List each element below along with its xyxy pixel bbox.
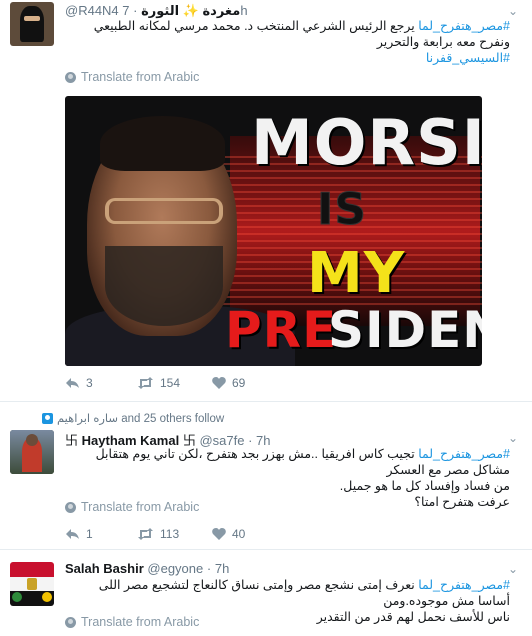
translate-label: Translate from Arabic — [81, 615, 200, 629]
poster-text-is: IS — [316, 184, 368, 236]
translate-link[interactable]: Translate from Arabic — [65, 70, 199, 84]
portrait-glasses — [105, 198, 223, 224]
text-segment: عرفت هتفرح امتا؟ — [414, 495, 510, 509]
tweet-text-line: من فساد وإفساد كل ما هو جميل. — [65, 478, 510, 494]
portrait-beard — [105, 246, 223, 326]
person-icon — [42, 412, 53, 424]
like-count: 69 — [232, 376, 246, 390]
retweet-icon — [138, 528, 153, 540]
poster-text-sident: SIDENT — [328, 301, 482, 359]
tweet[interactable]: @R44N4 مغردة ✨ الثورة · 7h ⌄ #مصر_هتفرح_… — [0, 0, 532, 402]
translate-link[interactable]: Translate from Arabic — [65, 615, 199, 629]
reply-icon — [66, 529, 79, 539]
poster-text-morsi: MORSI — [251, 106, 482, 179]
avatar[interactable] — [10, 2, 54, 46]
tweet-text-line: ونفرح معه برابعة والتحرير — [65, 34, 510, 50]
hashtag[interactable]: #مصر_هتفرح_لما — [418, 578, 510, 592]
tweet-time[interactable]: 7h — [215, 561, 229, 576]
text-segment: من فساد وإفساد كل ما هو جميل. — [339, 479, 510, 493]
text-segment: ونفرح معه برابعة والتحرير — [376, 35, 510, 49]
text-segment: يرجع الرئيس الشرعي المنتخب د. محمد مرسي … — [93, 19, 419, 33]
heart-icon — [212, 377, 226, 389]
like-count: 40 — [232, 527, 246, 541]
reply-count: 1 — [86, 527, 93, 541]
translate-link[interactable]: Translate from Arabic — [65, 500, 199, 514]
user-handle[interactable]: @R44N4 — [65, 3, 119, 18]
tweet-text: #مصر_هتفرح_لما يرجع الرئيس الشرعي المنتخ… — [65, 18, 510, 66]
avatar[interactable] — [10, 562, 54, 606]
text-segment: ناس للأسف نحمل لهم قدر من التقدير — [316, 610, 510, 624]
globe-icon — [65, 501, 76, 513]
tweet-header: @R44N4 مغردة ✨ الثورة · 7h — [65, 3, 496, 19]
badge-icon — [42, 592, 52, 602]
avatar-eyes — [24, 16, 40, 21]
globe-icon — [65, 71, 76, 83]
follow-context-label: ساره ابراهيم and 25 others follow — [57, 413, 225, 425]
avatar-figure — [20, 6, 44, 42]
tweet-media-image[interactable]: MORSI IS MY PRE SIDENT — [65, 96, 482, 366]
like-button[interactable]: 40 — [212, 527, 245, 541]
poster-text-pre: PRE — [225, 301, 338, 359]
chevron-down-icon[interactable]: ⌄ — [508, 562, 518, 576]
avatar[interactable] — [10, 430, 54, 474]
poster-text-my: MY — [307, 241, 406, 306]
tweet-text-line: #مصر_هتفرح_لما نعرف إمتى نشجع مصر وإمتى … — [65, 577, 510, 609]
heart-icon — [212, 528, 226, 540]
flag-red-band — [10, 562, 54, 577]
separator-dot: · — [206, 561, 212, 576]
tweet[interactable]: Salah Bashir @egyone · 7h ⌄ #مصر_هتفرح_ل… — [0, 551, 532, 636]
tweet-text-line: #مصر_هتفرح_لما يرجع الرئيس الشرعي المنتخ… — [65, 18, 510, 34]
follow-context[interactable]: ساره ابراهيم and 25 others follow — [42, 411, 224, 425]
avatar-head — [26, 434, 38, 446]
hashtag[interactable]: #مصر_هتفرح_لما — [418, 19, 510, 33]
tweet-actions: 1 113 40 — [65, 527, 245, 541]
tweet-text-line: #السيسي_قفرنا — [65, 50, 510, 66]
reply-button[interactable]: 1 — [65, 527, 137, 541]
translate-label: Translate from Arabic — [81, 500, 200, 514]
globe-icon — [65, 616, 76, 628]
separator-dot: · — [133, 3, 138, 18]
reply-count: 3 — [86, 376, 93, 390]
user-handle[interactable]: @egyone — [147, 561, 203, 576]
tweet-actions: 3 154 69 — [65, 376, 245, 390]
like-button[interactable]: 69 — [212, 376, 245, 390]
reply-icon — [66, 378, 79, 388]
retweet-button[interactable]: 113 — [137, 527, 212, 541]
hashtag[interactable]: #السيسي_قفرنا — [426, 51, 510, 65]
tweet-text-line: #مصر_هتفرح_لما تجيب كاس افريقيا ..مش بهز… — [65, 446, 510, 478]
user-name[interactable]: Salah Bashir — [65, 561, 144, 576]
retweet-count: 154 — [160, 376, 181, 390]
chevron-down-icon[interactable]: ⌄ — [508, 4, 518, 18]
chevron-down-icon[interactable]: ⌄ — [508, 431, 518, 445]
retweet-button[interactable]: 154 — [137, 376, 212, 390]
eagle-emblem-icon — [27, 578, 37, 590]
user-name[interactable]: مغردة ✨ الثورة — [141, 3, 240, 18]
retweet-icon — [138, 377, 153, 389]
tweet[interactable]: ساره ابراهيم and 25 others follow 卐 Hayt… — [0, 403, 532, 550]
tweet-header: Salah Bashir @egyone · 7h — [65, 561, 496, 576]
retweet-count: 113 — [160, 527, 180, 541]
badge-icon — [12, 592, 22, 602]
translate-label: Translate from Arabic — [81, 70, 200, 84]
hashtag[interactable]: #مصر_هتفرح_لما — [418, 447, 510, 461]
portrait-hair — [100, 116, 225, 171]
reply-button[interactable]: 3 — [65, 376, 137, 390]
